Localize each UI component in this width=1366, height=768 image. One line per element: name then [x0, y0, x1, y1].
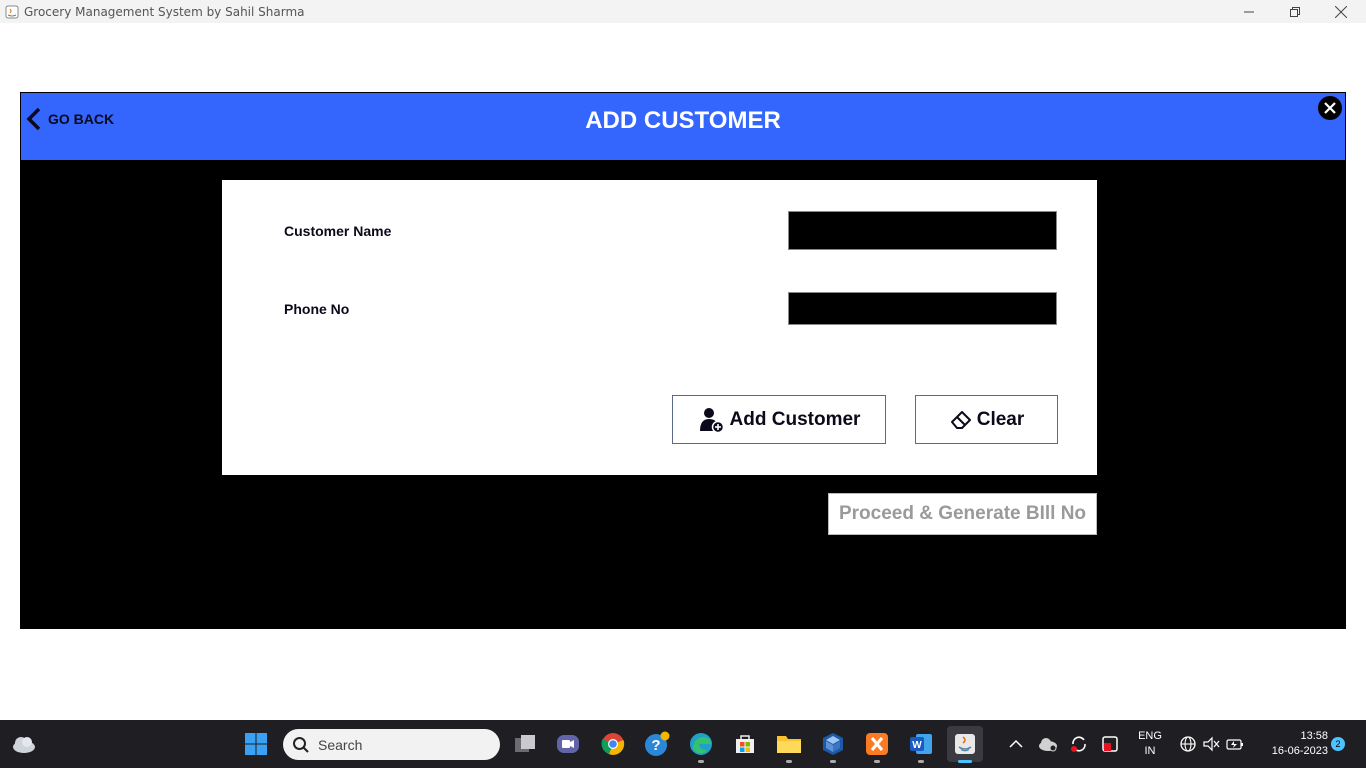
cube-icon	[823, 733, 843, 755]
close-window-button[interactable]	[1318, 0, 1364, 23]
java-icon	[955, 734, 975, 754]
window-titlebar: Grocery Management System by Sahil Sharm…	[0, 0, 1366, 23]
phone-input[interactable]	[788, 292, 1057, 325]
language-region: IN	[1144, 745, 1156, 757]
chrome-icon	[601, 733, 625, 755]
clear-button[interactable]: Clear	[915, 395, 1058, 444]
add-user-icon	[699, 407, 724, 433]
virtualbox-button[interactable]	[817, 728, 849, 760]
weather-widget[interactable]	[8, 728, 40, 760]
minimize-button[interactable]	[1226, 0, 1272, 23]
clock[interactable]: 13:58 16-06-2023	[1256, 729, 1328, 759]
task-view-button[interactable]	[509, 728, 541, 760]
restore-icon	[1290, 6, 1300, 17]
xampp-button[interactable]	[861, 728, 893, 760]
page-title: ADD CUSTOMER	[585, 107, 781, 134]
windows-icon	[245, 733, 267, 755]
search-placeholder: Search	[318, 736, 363, 753]
volume-muted-icon	[1203, 736, 1220, 752]
task-view-icon	[515, 735, 535, 752]
get-help-button[interactable]: ?	[641, 728, 673, 760]
cloud-icon	[13, 737, 35, 753]
clock-date: 16-06-2023	[1271, 745, 1328, 757]
java-app-icon	[5, 5, 19, 18]
notification-badge[interactable]: 2	[1331, 737, 1345, 751]
battery-charging-icon	[1226, 739, 1243, 750]
language-code: ENG	[1138, 730, 1162, 742]
sync-button[interactable]	[1063, 728, 1095, 760]
running-indicator	[874, 760, 880, 763]
antivirus-button[interactable]	[1094, 728, 1126, 760]
proceed-label: Proceed & Generate BIll No	[838, 503, 1087, 524]
close-icon	[1335, 5, 1347, 18]
chrome-button[interactable]	[597, 728, 629, 760]
start-button[interactable]	[240, 728, 272, 760]
java-app-taskbar-button[interactable]	[947, 726, 983, 762]
folder-icon	[777, 736, 801, 753]
word-icon: W	[910, 734, 932, 754]
svg-text:?: ?	[651, 737, 660, 754]
running-indicator	[830, 760, 836, 763]
edge-button[interactable]	[685, 728, 717, 760]
eraser-icon	[950, 410, 971, 429]
close-form-button[interactable]	[1318, 96, 1342, 120]
restore-button[interactable]	[1272, 0, 1318, 23]
add-customer-label: Add Customer	[729, 408, 861, 430]
window-title: Grocery Management System by Sahil Sharm…	[24, 4, 305, 19]
file-explorer-button[interactable]	[773, 728, 805, 760]
minimize-icon	[1244, 11, 1254, 12]
search-icon	[293, 736, 309, 753]
taskbar-search[interactable]: Search	[283, 729, 500, 760]
running-indicator	[918, 760, 924, 763]
word-button[interactable]: W	[905, 728, 937, 760]
customer-name-label: Customer Name	[284, 223, 392, 239]
antivirus-icon	[1102, 736, 1118, 752]
add-customer-button[interactable]: Add Customer	[672, 395, 886, 444]
store-icon	[736, 735, 754, 753]
running-indicator	[786, 760, 792, 763]
clock-time: 13:58	[1300, 730, 1328, 742]
help-icon: ?	[645, 731, 670, 756]
show-hidden-icons-button[interactable]	[1000, 728, 1032, 760]
customer-name-input[interactable]	[788, 211, 1057, 250]
battery-button[interactable]	[1219, 728, 1251, 760]
onedrive-button[interactable]	[1032, 728, 1064, 760]
language-indicator[interactable]: ENG IN	[1132, 729, 1168, 759]
store-button[interactable]	[729, 728, 761, 760]
running-indicator	[698, 760, 704, 763]
chevron-up-icon	[1009, 739, 1023, 748]
sync-icon	[1071, 736, 1086, 752]
svg-text:W: W	[912, 740, 922, 751]
active-indicator	[958, 760, 972, 763]
onedrive-icon	[1039, 738, 1057, 752]
video-chat-icon	[557, 735, 579, 753]
proceed-generate-bill-button[interactable]: Proceed & Generate BIll No	[828, 493, 1097, 535]
teams-chat-button[interactable]	[552, 728, 584, 760]
xampp-icon	[866, 733, 888, 755]
phone-label: Phone No	[284, 301, 350, 317]
close-icon	[1324, 102, 1336, 114]
edge-icon	[690, 733, 712, 755]
clear-label: Clear	[976, 408, 1025, 430]
